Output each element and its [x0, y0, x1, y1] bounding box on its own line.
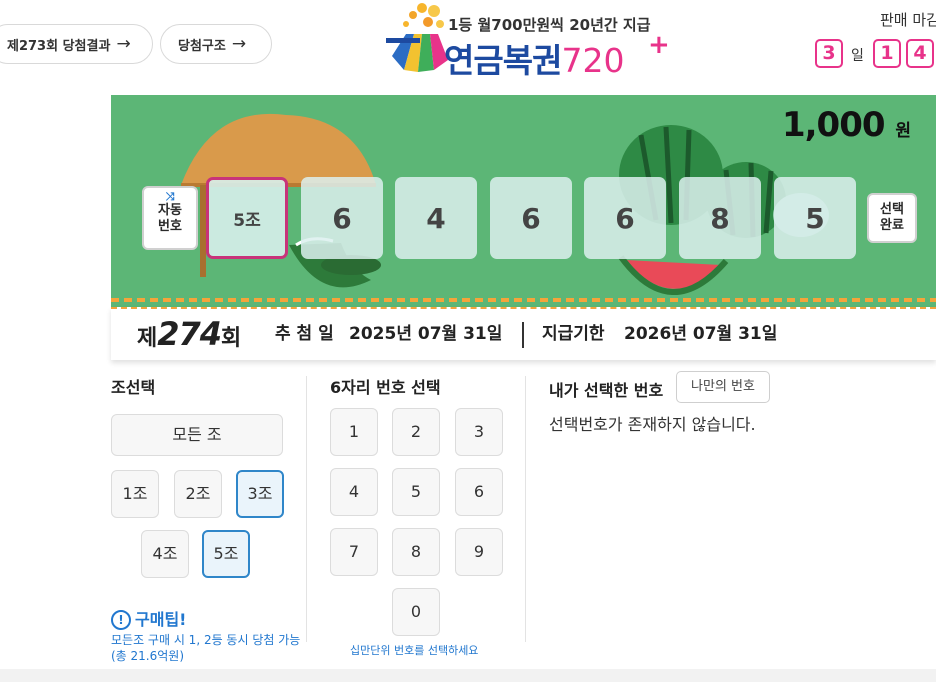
- digit-button-5[interactable]: 5: [392, 468, 440, 516]
- arrow-right-icon: →: [231, 34, 247, 54]
- ticket-jo-slot[interactable]: 5조: [206, 177, 288, 259]
- digit-button-7[interactable]: 7: [330, 528, 378, 576]
- structure-label: 당첨구조: [178, 38, 226, 54]
- logo-title: 연금복권720: [444, 34, 624, 82]
- digit-button-1[interactable]: 1: [330, 408, 378, 456]
- digit-button-9[interactable]: 9: [455, 528, 503, 576]
- jo-button-4[interactable]: 4조: [141, 530, 189, 578]
- lottery-logo[interactable]: 1등 월700만원씩 20년간 지급 연금복권720 +: [378, 0, 678, 80]
- done-label-2: 완료: [880, 218, 904, 233]
- ticket-price: 1,000 원: [781, 105, 911, 145]
- price-unit: 원: [895, 121, 911, 141]
- my-numbers-button[interactable]: 나만의 번호: [676, 371, 770, 403]
- select-complete-button[interactable]: 선택 완료: [867, 193, 917, 243]
- prev-result-button[interactable]: 제273회 당첨결과 →: [0, 24, 153, 64]
- draw-date-label: 추 첨 일: [275, 324, 334, 344]
- ticket-digit-4[interactable]: 6: [584, 177, 666, 259]
- deadline-value: 2026년 07월 31일: [624, 324, 778, 344]
- purchase-tip-title: ! 구매팁!: [111, 606, 186, 630]
- prev-result-label: 제273회 당첨결과: [7, 38, 111, 54]
- deadline-label: 지급기한: [542, 324, 605, 344]
- logo-subtitle: 1등 월700만원씩 20년간 지급: [448, 16, 651, 34]
- digit-button-6[interactable]: 6: [455, 468, 503, 516]
- countdown-hour-tens: 1: [873, 39, 901, 68]
- ticket-digit-1[interactable]: 6: [301, 177, 383, 259]
- draw-info-bar: 제274회 추 첨 일 2025년 07월 31일 지급기한 2026년 07월…: [111, 307, 936, 360]
- round-number: 274: [157, 315, 222, 353]
- jo-button-5[interactable]: 5조: [202, 530, 250, 578]
- round-suffix: 회: [221, 326, 242, 351]
- bottom-strip: [0, 669, 936, 682]
- jo-button-3[interactable]: 3조: [236, 470, 284, 518]
- info-icon: !: [111, 610, 131, 630]
- logo-plus: +: [648, 30, 670, 60]
- digit-select-title: 6자리 번호 선택: [330, 378, 441, 397]
- countdown-hour-ones: 4: [906, 39, 934, 68]
- auto-label-1: 자동: [158, 203, 182, 218]
- ticket-digit-6[interactable]: 5: [774, 177, 856, 259]
- ticket-digit-3[interactable]: 6: [490, 177, 572, 259]
- round-prefix: 제: [137, 326, 158, 351]
- digit-select-hint: 십만단위 번호를 선택하세요: [350, 644, 479, 657]
- purchase-tip-text: 모든조 구매 시 1, 2등 동시 당첨 가능(총 21.6억원): [111, 633, 301, 663]
- auto-label-2: 번호: [158, 219, 182, 234]
- arrow-right-icon: →: [116, 34, 131, 54]
- divider: [522, 322, 524, 348]
- auto-number-button[interactable]: ⤨ 자동 번호: [142, 186, 198, 250]
- jo-button-2[interactable]: 2조: [174, 470, 222, 518]
- price-amount: 1,000: [781, 105, 886, 145]
- all-jo-button[interactable]: 모든 조: [111, 414, 283, 456]
- countdown-day-unit: 일: [851, 48, 864, 64]
- draw-date-value: 2025년 07월 31일: [349, 324, 503, 344]
- shuffle-icon: ⤨: [165, 190, 175, 203]
- digit-button-0[interactable]: 0: [392, 588, 440, 636]
- jo-select-title: 조선택: [111, 378, 156, 397]
- digit-button-4[interactable]: 4: [330, 468, 378, 516]
- sale-deadline-label: 판매 마감: [880, 11, 936, 29]
- draw-round: 제274회: [137, 315, 241, 353]
- empty-selection-message: 선택번호가 존재하지 않습니다.: [549, 415, 756, 434]
- digit-button-3[interactable]: 3: [455, 408, 503, 456]
- tip-title-text: 구매팁!: [135, 610, 187, 629]
- column-divider: [525, 376, 526, 642]
- ticket-digit-5[interactable]: 8: [679, 177, 761, 259]
- countdown-days: 3: [815, 39, 843, 68]
- digit-button-8[interactable]: 8: [392, 528, 440, 576]
- logo-title-text: 연금복권: [444, 41, 562, 80]
- ticket-digit-2[interactable]: 4: [395, 177, 477, 259]
- done-label-1: 선택: [880, 202, 904, 217]
- ticket-banner: 1,000 원 ⤨ 자동 번호 5조 6 4 6 6 8 5 선택 완료: [111, 95, 936, 307]
- column-divider: [306, 376, 307, 642]
- logo-number: 720: [561, 41, 625, 80]
- my-numbers-title: 내가 선택한 번호: [549, 381, 664, 400]
- digit-button-2[interactable]: 2: [392, 408, 440, 456]
- structure-button[interactable]: 당첨구조 →: [160, 24, 272, 64]
- jo-button-1[interactable]: 1조: [111, 470, 159, 518]
